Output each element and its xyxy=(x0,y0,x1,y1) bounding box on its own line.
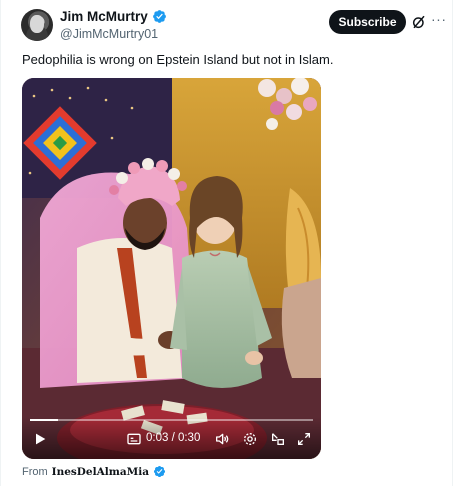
verified-badge-icon xyxy=(154,465,166,478)
video-controls: 0:03 / 0:30 xyxy=(22,417,321,459)
subscribe-button[interactable]: Subscribe xyxy=(329,10,406,34)
more-options-icon[interactable]: ··· xyxy=(431,11,447,27)
tweet-card: Jim McMurtry @JimMcMurtry01 Subscribe ··… xyxy=(0,0,453,486)
video-progress-track[interactable] xyxy=(30,419,313,421)
verified-badge-icon xyxy=(152,10,166,23)
source-prefix: From xyxy=(22,465,48,478)
video-progress-fill xyxy=(30,419,59,421)
settings-icon[interactable] xyxy=(242,431,258,447)
source-account-link[interactable]: InesDelAlmaMia xyxy=(52,466,149,478)
avatar-figure xyxy=(30,15,44,33)
fullscreen-icon[interactable] xyxy=(296,431,312,447)
tweet-text: Pedophilia is wrong on Epstein Island bu… xyxy=(22,52,334,67)
video-player[interactable]: 0:03 / 0:30 xyxy=(22,78,321,459)
play-icon[interactable] xyxy=(32,431,48,447)
volume-icon[interactable] xyxy=(214,431,230,447)
grok-icon[interactable] xyxy=(411,14,427,30)
subtitles-icon[interactable] xyxy=(126,431,142,447)
author-handle[interactable]: @JimMcMurtry01 xyxy=(60,27,158,41)
author-display-name[interactable]: Jim McMurtry xyxy=(60,9,148,24)
picture-in-picture-icon[interactable] xyxy=(270,431,286,447)
video-time-display: 0:03 / 0:30 xyxy=(146,432,201,444)
video-frame xyxy=(22,78,321,459)
author-name-row: Jim McMurtry xyxy=(60,9,167,24)
author-avatar[interactable] xyxy=(21,9,53,41)
source-attribution: From InesDelAlmaMia xyxy=(22,465,166,478)
